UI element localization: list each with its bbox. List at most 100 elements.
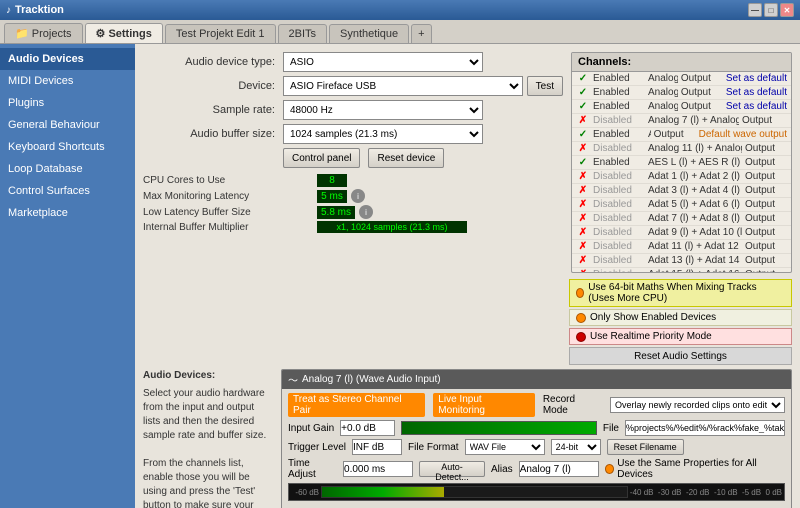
file-path-field[interactable] [625, 420, 785, 436]
tab-test-projekt[interactable]: Test Projekt Edit 1 [165, 24, 276, 43]
sidebar-item-midi-devices[interactable]: MIDI Devices [0, 70, 135, 92]
tab-settings[interactable]: ⚙ Settings [85, 23, 163, 43]
use-same-props-icon [605, 464, 615, 474]
maximize-button[interactable]: □ [764, 3, 778, 17]
meter-fill-left [322, 487, 444, 497]
channels-list: ✓EnabledAnalog 1 (l) + Analog ...OutputS… [572, 72, 791, 272]
input-gain-label: Input Gain [288, 423, 334, 434]
control-panel-button[interactable]: Control panel [283, 148, 360, 168]
tab-2bits[interactable]: 2BITs [278, 24, 328, 43]
channel-row[interactable]: ✗DisabledAnalog 7 (l) + Analog ...Output [572, 114, 791, 128]
audio-input-row1: Treat as Stereo Channel Pair Live Input … [288, 393, 785, 417]
use-64bit-label: Use 64-bit Maths When Mixing Tracks (Use… [588, 282, 785, 304]
main-content: Audio Devices MIDI Devices Plugins Gener… [0, 44, 800, 508]
reset-filename-button[interactable]: Reset Filename [607, 439, 684, 455]
minimize-button[interactable]: — [748, 3, 762, 17]
auto-detect-button[interactable]: Auto-Detect... [419, 461, 485, 477]
file-format-select[interactable]: WAV File [465, 439, 545, 455]
channel-row[interactable]: ✗DisabledAdat 3 (l) + Adat 4 (l)Output [572, 184, 791, 198]
channel-row[interactable]: ✓EnabledAnalog 1 (l) + Analog ...OutputS… [572, 72, 791, 86]
audio-input-body: Treat as Stereo Channel Pair Live Input … [282, 389, 791, 505]
close-button[interactable]: ✕ [780, 3, 794, 17]
alias-label: Alias [491, 464, 513, 475]
channel-row[interactable]: ✓EnabledAES L (l) + AES R (l)Output [572, 156, 791, 170]
tab-projects[interactable]: 📁 Projects [4, 23, 83, 43]
audio-input-header: 〜 Analog 7 (l) (Wave Audio Input) [282, 370, 791, 389]
max-monitoring-info[interactable]: i [351, 189, 365, 203]
sidebar-item-loop-database[interactable]: Loop Database [0, 158, 135, 180]
input-gain-field[interactable] [340, 420, 395, 436]
use-same-props-option[interactable]: Use the Same Properties for All Devices [605, 458, 785, 480]
sidebar-item-control-surfaces[interactable]: Control Surfaces [0, 180, 135, 202]
device-label: Device: [143, 80, 283, 92]
sample-rate-control: 48000 Hz [283, 100, 483, 120]
audio-buffer-select[interactable]: 1024 samples (21.3 ms) [283, 124, 483, 144]
bit-depth-select[interactable]: 24-bit [551, 439, 601, 455]
device-row: Device: ASIO Fireface USB Test [143, 76, 563, 96]
channel-row[interactable]: ✗DisabledAdat 7 (l) + Adat 8 (l)Output [572, 212, 791, 226]
sidebar-item-marketplace[interactable]: Marketplace [0, 202, 135, 224]
internal-mult-row: Internal Buffer Multiplier x1, 1024 samp… [143, 221, 563, 233]
test-button[interactable]: Test [527, 76, 563, 96]
channel-row[interactable]: ✗DisabledAnalog 11 (l) + Analog ...Outpu… [572, 142, 791, 156]
audio-buffer-control: 1024 samples (21.3 ms) [283, 124, 483, 144]
channel-row[interactable]: ✗DisabledAdat 1 (l) + Adat 2 (l)Output [572, 170, 791, 184]
use-realtime-icon [576, 332, 586, 342]
time-adjust-field[interactable] [343, 461, 413, 477]
audio-input-panel: 〜 Analog 7 (l) (Wave Audio Input) Treat … [281, 369, 792, 508]
cpu-cores-label: CPU Cores to Use [143, 175, 313, 186]
reset-device-button[interactable]: Reset device [368, 148, 444, 168]
low-latency-info[interactable]: i [359, 205, 373, 219]
channel-row[interactable]: ✗DisabledAdat 5 (l) + Adat 6 (l)Output [572, 198, 791, 212]
audio-device-type-label: Audio device type: [143, 56, 283, 68]
channel-row[interactable]: ✓EnabledAnalog 5 (l) + Analog ...OutputS… [572, 100, 791, 114]
cpu-cores-value: 8 [317, 174, 347, 187]
audio-input-title: Analog 7 (l) (Wave Audio Input) [302, 374, 441, 385]
only-show-enabled-option[interactable]: Only Show Enabled Devices [569, 309, 792, 326]
max-monitoring-row: Max Monitoring Latency 5 ms i [143, 189, 563, 203]
channels-panel: Channels: ✓EnabledAnalog 1 (l) + Analog … [571, 52, 792, 273]
use-64bit-option[interactable]: Use 64-bit Maths When Mixing Tracks (Use… [569, 279, 792, 307]
audio-device-type-row: Audio device type: ASIO [143, 52, 563, 72]
channel-row[interactable]: ✓EnabledAnalog 3 (l) + Analog ...OutputS… [572, 86, 791, 100]
channel-row[interactable]: ✓EnabledAnalog 9 (l) + Analog ...OutputD… [572, 128, 791, 142]
options-container: Use 64-bit Maths When Mixing Tracks (Use… [569, 279, 792, 365]
performance-section: CPU Cores to Use 8 Max Monitoring Latenc… [143, 174, 563, 233]
audio-input-row4: Time Adjust Auto-Detect... Alias Use the… [288, 458, 785, 480]
record-mode-select[interactable]: Overlay newly recorded clips onto edit [610, 397, 785, 413]
sidebar-item-general-behaviour[interactable]: General Behaviour [0, 114, 135, 136]
description-body: Select your audio hardware from the inpu… [143, 388, 267, 508]
channel-row[interactable]: ✗DisabledAdat 9 (l) + Adat 10 (l)Output [572, 226, 791, 240]
trigger-level-field[interactable] [352, 439, 402, 455]
options-spacer [143, 279, 563, 365]
sidebar-item-plugins[interactable]: Plugins [0, 92, 135, 114]
use-realtime-option[interactable]: Use Realtime Priority Mode [569, 328, 792, 345]
internal-mult-label: Internal Buffer Multiplier [143, 222, 313, 233]
sample-rate-row: Sample rate: 48000 Hz [143, 100, 563, 120]
cpu-cores-row: CPU Cores to Use 8 [143, 174, 563, 187]
reset-audio-button[interactable]: Reset Audio Settings [569, 347, 792, 365]
audio-buffer-row: Audio buffer size: 1024 samples (21.3 ms… [143, 124, 563, 144]
sidebar-item-keyboard-shortcuts[interactable]: Keyboard Shortcuts [0, 136, 135, 158]
device-select[interactable]: ASIO Fireface USB [283, 76, 523, 96]
live-input-btn[interactable]: Live Input Monitoring [433, 393, 535, 417]
channel-row[interactable]: ✗DisabledAdat 13 (l) + Adat 14 (l)Output [572, 254, 791, 268]
audio-device-type-select[interactable]: ASIO [283, 52, 483, 72]
treat-stereo-btn[interactable]: Treat as Stereo Channel Pair [288, 393, 425, 417]
description-area: Audio Devices: Select your audio hardwar… [143, 369, 792, 508]
alias-field[interactable] [519, 461, 599, 477]
meter-bar-left [321, 486, 628, 498]
tab-synthetique[interactable]: Synthetique [329, 24, 409, 43]
tab-add[interactable]: + [411, 24, 431, 43]
low-latency-value: 5.8 ms [317, 206, 355, 219]
audio-input-row2: Input Gain File [288, 420, 785, 436]
channel-row[interactable]: ✗DisabledAdat 11 (l) + Adat 12 (l)Output [572, 240, 791, 254]
content-area: Audio device type: ASIO Device: ASIO Fir… [135, 44, 800, 508]
channels-header: Channels: [572, 53, 791, 72]
sidebar-item-audio-devices[interactable]: Audio Devices [0, 48, 135, 70]
action-buttons-row: Control panel Reset device [143, 148, 563, 168]
options-row: Use 64-bit Maths When Mixing Tracks (Use… [143, 279, 792, 365]
low-latency-row: Low Latency Buffer Size 5.8 ms i [143, 205, 563, 219]
channel-row[interactable]: ✗DisabledAdat 15 (l) + Adat 16 (l)Output [572, 268, 791, 272]
sample-rate-select[interactable]: 48000 Hz [283, 100, 483, 120]
